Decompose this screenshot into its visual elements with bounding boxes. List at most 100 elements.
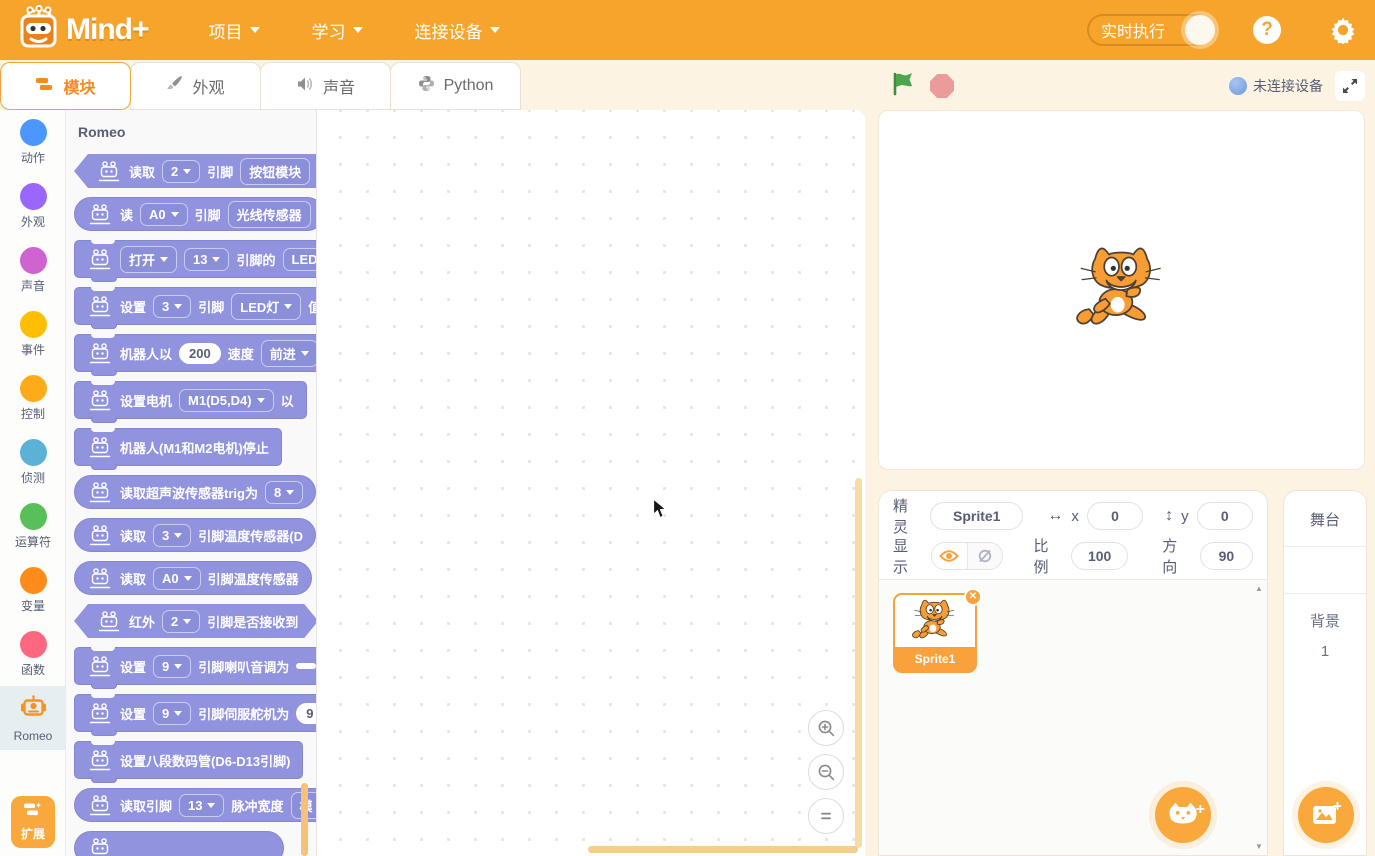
chevron-down-icon — [183, 575, 192, 581]
stage-backdrop-panel[interactable]: 舞台 背景 1 — [1283, 490, 1367, 856]
palette-block[interactable]: 打开 13 引脚的 LED — [74, 240, 316, 282]
block-dropdown[interactable]: 2 — [162, 610, 200, 633]
block-input[interactable]: 9 — [296, 702, 316, 724]
x-input[interactable]: 0 — [1086, 502, 1144, 530]
palette-block[interactable]: 机器人(M1和M2电机)停止 — [74, 428, 282, 470]
block-text: 引脚是否接收到 — [207, 614, 299, 630]
sidebar-item-events[interactable]: 事件 — [0, 302, 66, 366]
block-dropdown[interactable]: LED — [282, 247, 316, 271]
sidebar-item-functions[interactable]: 函数 — [0, 622, 66, 686]
delete-sprite-icon[interactable]: ✕ — [964, 588, 982, 606]
sprite-list-scrollbar[interactable]: ▲ ▼ — [1253, 584, 1265, 851]
zoom-reset-button[interactable] — [808, 798, 844, 834]
show-eye-icon[interactable] — [931, 543, 968, 569]
block-text: 引脚伺服舵机为 — [198, 706, 290, 722]
sidebar-item-variables[interactable]: 变量 — [0, 558, 66, 622]
tab-Python[interactable]: Python — [390, 62, 521, 110]
sidebar-item-control[interactable]: 控制 — [0, 366, 66, 430]
workspace-horizontal-scrollbar[interactable] — [588, 846, 858, 853]
hide-eye-icon[interactable] — [967, 543, 1003, 569]
menu-1[interactable]: 学习 — [312, 18, 363, 43]
fullscreen-icon[interactable] — [1335, 71, 1365, 101]
palette-block[interactable]: 红外 2 引脚是否接收到 — [74, 604, 317, 638]
script-workspace[interactable] — [317, 110, 865, 856]
zoom-in-button[interactable] — [808, 710, 844, 746]
block-list: 读取2引脚按钮模块读A0引脚光线传感器打开13引脚的LED 设置3引脚LED灯值机… — [66, 154, 316, 856]
stop-sign-icon[interactable] — [930, 74, 954, 98]
green-flag-icon[interactable] — [890, 71, 916, 102]
block-dropdown[interactable]: 光线传感器 — [227, 200, 311, 228]
palette-block[interactable]: 设置 9 引脚伺服舵机为 9 — [74, 694, 316, 736]
block-input[interactable]: 200 — [179, 342, 221, 364]
palette-block[interactable]: 读取 2 引脚 按钮模块 — [74, 154, 317, 188]
block-dropdown[interactable]: 3 — [153, 523, 192, 547]
palette-block[interactable]: 读取引脚13脉冲宽度模 — [74, 788, 316, 822]
stage[interactable] — [878, 110, 1365, 470]
block-dropdown[interactable]: 3 — [153, 294, 192, 318]
block-dropdown[interactable]: 13 — [179, 793, 225, 817]
block-dropdown[interactable]: 9 — [153, 654, 192, 678]
scratch-cat[interactable] — [1070, 244, 1174, 336]
sidebar-item-motion[interactable]: 动作 — [0, 110, 66, 174]
block-dropdown[interactable]: 2 — [162, 160, 200, 183]
robot-icon — [87, 837, 113, 856]
palette-block[interactable]: 读取超声波传感器trig为 8 — [74, 475, 316, 509]
device-status[interactable]: 未连接设备 — [1229, 76, 1323, 96]
add-sprite-button[interactable]: + — [1155, 787, 1211, 843]
palette-block[interactable]: 读取 A0 引脚温度传感器 — [74, 561, 312, 595]
category-color-icon — [19, 246, 47, 274]
block-dropdown[interactable]: A0 — [140, 202, 188, 226]
block-dropdown[interactable]: M1(D5,D4) — [179, 388, 274, 412]
y-label: y — [1181, 507, 1189, 525]
block-input[interactable] — [296, 663, 316, 669]
workspace-vertical-scrollbar[interactable] — [855, 478, 862, 848]
sidebar-item-romeo[interactable]: Romeo — [0, 686, 66, 750]
scroll-down-icon[interactable]: ▼ — [1255, 842, 1263, 851]
sidebar-item-sensing[interactable]: 侦测 — [0, 430, 66, 494]
help-button[interactable]: ? — [1253, 16, 1281, 44]
sidebar-item-looks[interactable]: 外观 — [0, 174, 66, 238]
palette-block[interactable]: 读取 3 引脚温度传感器(D — [74, 518, 316, 552]
palette-block[interactable]: 设置 9 引脚喇叭音调为 — [74, 647, 316, 689]
sidebar-item-sound[interactable]: 声音 — [0, 238, 66, 302]
block-dropdown[interactable]: 按钮模块 — [240, 158, 310, 185]
palette-scrollbar[interactable] — [301, 783, 308, 856]
stage-panel-title: 舞台 — [1309, 512, 1340, 529]
block-dropdown[interactable]: 13 — [184, 247, 230, 271]
sidebar-item-label: 运算符 — [14, 534, 51, 549]
block-dropdown[interactable]: 前进 — [260, 339, 316, 367]
sprite-thumbnail[interactable]: Sprite1 ✕ — [893, 588, 982, 673]
block-dropdown[interactable]: A0 — [153, 566, 201, 590]
robot-icon — [87, 342, 113, 365]
palette-block[interactable]: 读 A0 引脚 光线传感器 — [74, 197, 316, 231]
add-backdrop-button[interactable] — [1298, 787, 1354, 843]
block-dropdown[interactable]: 9 — [153, 701, 192, 725]
scroll-up-icon[interactable]: ▲ — [1255, 584, 1263, 593]
palette-block[interactable]: 设置电机 M1(D5,D4) 以 — [74, 381, 307, 423]
block-dropdown[interactable]: 打开 — [120, 245, 178, 273]
menu-0[interactable]: 项目 — [209, 18, 260, 43]
mindplus-logo[interactable]: Mind+ — [16, 4, 149, 56]
tab-模块[interactable]: 模块 — [0, 62, 131, 110]
sidebar-item-operators[interactable]: 运算符 — [0, 494, 66, 558]
direction-input[interactable]: 90 — [1199, 542, 1253, 570]
palette-block[interactable]: 设置八段数码管(D6-D13引脚) — [74, 741, 304, 783]
sprite-name-input[interactable]: Sprite1 — [930, 502, 1024, 530]
toggle-knob[interactable] — [1185, 15, 1215, 45]
tab-声音[interactable]: 声音 — [260, 62, 391, 110]
zoom-out-button[interactable] — [808, 754, 844, 790]
block-dropdown[interactable]: 8 — [264, 480, 304, 504]
palette-block[interactable]: 设置 3 引脚 LED灯值 — [74, 287, 316, 329]
realtime-run-toggle[interactable]: 实时执行 — [1087, 14, 1215, 46]
y-input[interactable]: 0 — [1196, 502, 1253, 530]
palette-block[interactable]: 机器人以 200 速度 前进 — [74, 334, 316, 376]
settings-gear-icon[interactable] — [1329, 16, 1357, 46]
add-extension-button[interactable]: 扩展 — [11, 796, 55, 848]
menu-2[interactable]: 连接设备 — [415, 18, 500, 43]
sidebar-item-label: 动作 — [20, 150, 45, 165]
chevron-down-icon — [286, 489, 295, 495]
scale-input[interactable]: 100 — [1071, 542, 1129, 570]
palette-block[interactable] — [74, 831, 284, 856]
block-dropdown[interactable]: LED灯 — [231, 292, 302, 320]
tab-外观[interactable]: 外观 — [130, 62, 261, 110]
